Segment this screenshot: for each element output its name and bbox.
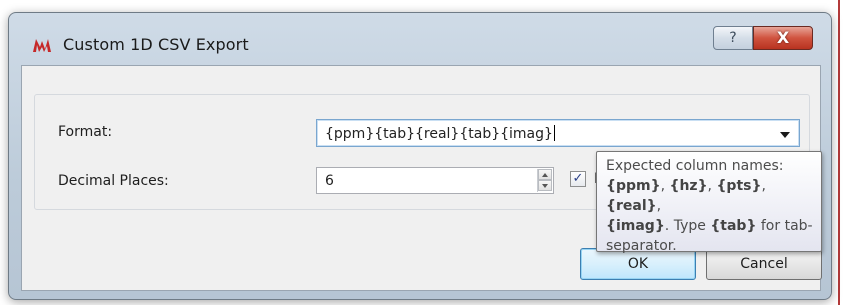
dialog-title: Custom 1D CSV Export <box>63 35 249 54</box>
background-divider <box>838 0 840 305</box>
format-tooltip: Expected column names: {ppm}, {hz}, {pts… <box>596 151 822 254</box>
close-button[interactable]: X <box>753 26 813 50</box>
option-checkbox[interactable]: ✓ <box>570 171 586 187</box>
tooltip-line-2: {ppm}, {hz}, {pts}, {real}, <box>606 178 766 214</box>
decimal-places-label: Decimal Places: <box>58 173 169 189</box>
spin-down-icon[interactable] <box>538 180 552 191</box>
help-button[interactable]: ? <box>713 26 753 50</box>
format-combobox[interactable]: {ppm}{tab}{real}{tab}{imag} <box>316 119 800 147</box>
title-bar[interactable]: Custom 1D CSV Export ? X <box>9 13 831 63</box>
tooltip-line-1: Expected column names: <box>606 158 784 174</box>
dropdown-arrow-icon[interactable] <box>780 132 790 138</box>
tooltip-line-3: {imag}. Type {tab} for tab- <box>606 218 813 234</box>
decimal-places-spinbox[interactable]: 6 <box>316 167 554 194</box>
format-value[interactable]: {ppm}{tab}{real}{tab}{imag} <box>325 125 555 142</box>
tooltip-line-4: separator. <box>606 238 677 254</box>
mnova-logo-icon <box>33 39 51 52</box>
decimal-places-value[interactable]: 6 <box>325 173 334 189</box>
format-label: Format: <box>58 124 113 140</box>
spin-buttons <box>537 169 552 192</box>
text-caret <box>553 125 555 141</box>
spin-up-icon[interactable] <box>538 169 552 180</box>
